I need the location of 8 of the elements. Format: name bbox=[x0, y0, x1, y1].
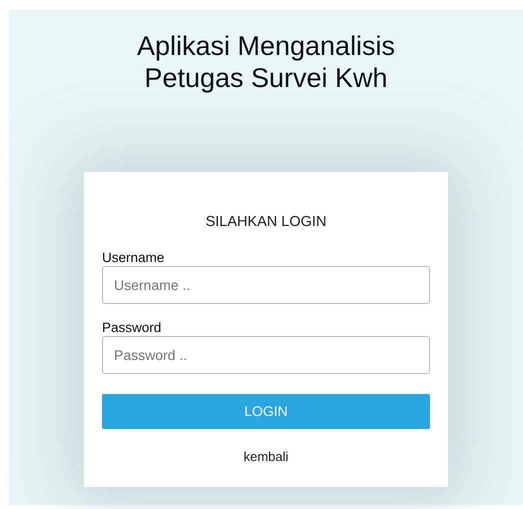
back-link[interactable]: kembali bbox=[244, 448, 288, 464]
app-title: Petugas Survei Kwh bbox=[143, 62, 389, 94]
login-heading: SILAHKAN LOGIN bbox=[204, 213, 328, 232]
input-field[interactable]: Password .. bbox=[102, 336, 430, 374]
app-title: Aplikasi Menganalisis bbox=[136, 30, 396, 62]
input-field[interactable]: Username .. bbox=[102, 266, 430, 304]
field-label: Password bbox=[102, 320, 162, 336]
field-label: Username bbox=[102, 250, 166, 266]
